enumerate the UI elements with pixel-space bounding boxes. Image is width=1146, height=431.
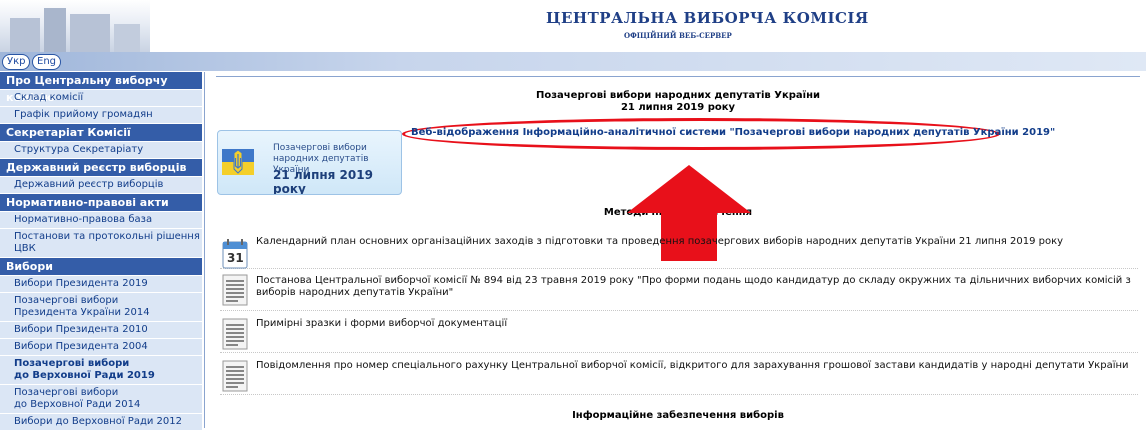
sidebar-item-legal-base[interactable]: Нормативно-правова база: [0, 212, 202, 229]
site-header: ЦЕНТРАЛЬНА ВИБОРЧА КОМІСІЯ ОФІЦІЙНИЙ ВЕБ…: [0, 0, 1146, 52]
page-title-date: 21 липня 2019 року: [620, 102, 736, 113]
lang-ukr-button[interactable]: Укр: [2, 54, 31, 70]
election-banner[interactable]: Позачергові вибори народних депутатів Ук…: [217, 130, 402, 195]
sidebar-item-resolutions[interactable]: Постанови та протокольні рішення ЦВК: [0, 229, 202, 258]
page-title: Позачергові вибори народних депутатів Ук…: [536, 90, 820, 101]
sidebar-item-rada-2012[interactable]: Вибори до Верховної Ради 2012: [0, 414, 202, 431]
list-item: Примірні зразки і форми виборчої докумен…: [220, 314, 1138, 353]
document-icon: [222, 318, 248, 350]
sidebar-item-rada-2014[interactable]: Позачергові вибори до Верховної Ради 201…: [0, 385, 202, 414]
site-title[interactable]: ЦЕНТРАЛЬНА ВИБОРЧА КОМІСІЯ: [546, 9, 869, 27]
sidebar-section-secretariat[interactable]: Секретаріат Комісії: [0, 124, 202, 142]
site-subtitle: ОФІЦІЙНИЙ ВЕБ-СЕРВЕР: [624, 31, 732, 40]
sidebar-item-structure[interactable]: Структура Секретаріату: [0, 142, 202, 159]
ukraine-flag-icon: [222, 149, 254, 175]
sidebar-nav: Про Центральну виборчу комісію Склад ком…: [0, 72, 205, 431]
sidebar-section-elections[interactable]: Вибори: [0, 258, 202, 276]
list-item: 31 Календарний план основних організацій…: [220, 234, 1138, 269]
building-image: [0, 0, 150, 52]
sidebar-item-registry[interactable]: Державний реєстр виборців: [0, 177, 202, 194]
sidebar-item-rada-2019[interactable]: Позачергові вибори до Верховної Ради 201…: [0, 356, 202, 385]
doc-link[interactable]: Постанова Центральної виборчої комісії №…: [256, 275, 1136, 299]
doc-link[interactable]: Примірні зразки і форми виборчої докумен…: [256, 318, 507, 330]
list-item: Постанова Центральної виборчої комісії №…: [220, 272, 1138, 311]
calendar-day: 31: [227, 251, 244, 265]
banner-date: 21 липня 2019 року: [273, 168, 373, 195]
sidebar-item-president-2010[interactable]: Вибори Президента 2010: [0, 322, 202, 339]
info-heading: Інформаційне забезпечення виборів: [572, 410, 784, 421]
sidebar-section-about[interactable]: Про Центральну виборчу комісію: [0, 72, 202, 104]
list-item: Повідомлення про номер спеціального раху…: [220, 356, 1138, 395]
document-icon: [222, 274, 248, 306]
sidebar-section-legal[interactable]: Нормативно-правові акти: [0, 194, 202, 212]
sidebar-item-schedule[interactable]: Графік прийому громадян: [0, 107, 202, 124]
lang-eng-button[interactable]: Eng: [32, 54, 62, 70]
document-icon: [222, 360, 248, 392]
sidebar-item-president-2019[interactable]: Вибори Президента 2019: [0, 276, 202, 293]
sidebar-section-registry[interactable]: Державний реєстр виборців: [0, 159, 202, 177]
doc-link[interactable]: Повідомлення про номер спеціального раху…: [256, 360, 1129, 372]
language-bar: Укр Eng: [0, 52, 1146, 71]
sidebar-item-president-2014[interactable]: Позачергові вибори Президента України 20…: [0, 293, 202, 322]
doc-link[interactable]: Календарний план основних організаційних…: [256, 236, 1063, 248]
sidebar-item-president-2004[interactable]: Вибори Президента 2004: [0, 339, 202, 356]
info-system-link[interactable]: Веб-відображення Інформаційно-аналітично…: [411, 127, 1055, 138]
